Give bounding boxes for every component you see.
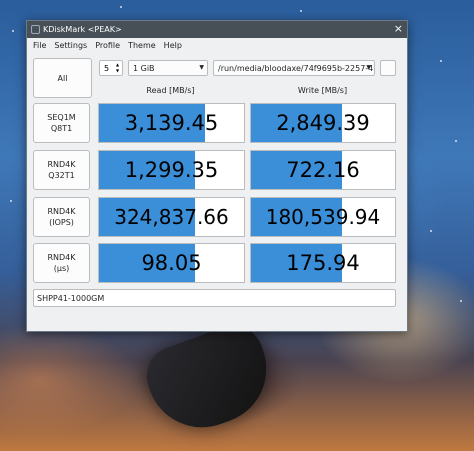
row-label-line2: Q32T1	[48, 171, 75, 180]
write-value: 175.94	[286, 251, 360, 275]
wallpaper-bulb	[138, 317, 282, 443]
read-result-cell: 98.05	[98, 243, 245, 283]
write-result-cell: 180,539.94	[250, 197, 396, 237]
rnd4k-latency-button[interactable]: RND4K (μs)	[33, 243, 90, 283]
chevron-down-icon: ▼	[199, 64, 204, 71]
read-value: 1,299.35	[124, 158, 219, 182]
row-label-line1: RND4K	[47, 207, 76, 216]
menu-bar: File Settings Profile Theme Help	[27, 38, 407, 52]
row-label-line1: RND4K	[47, 253, 76, 262]
row-label-line2: (IOPS)	[49, 218, 74, 227]
app-icon	[31, 25, 40, 34]
chevron-down-icon: ▼	[366, 64, 371, 71]
read-value: 3,139.45	[124, 111, 219, 135]
menu-theme[interactable]: Theme	[124, 41, 160, 50]
runs-spinbox[interactable]: 5 ▲ ▼	[99, 60, 123, 76]
row-label-line2: Q8T1	[50, 124, 73, 133]
device-model: SHPP41-1000GM	[37, 294, 105, 303]
seq1m-q8t1-button[interactable]: SEQ1M Q8T1	[33, 103, 90, 143]
rnd4k-iops-button[interactable]: RND4K (IOPS)	[33, 197, 90, 237]
menu-file[interactable]: File	[29, 41, 50, 50]
row-label-line1: SEQ1M	[47, 113, 76, 122]
write-value: 180,539.94	[265, 205, 381, 229]
menu-settings[interactable]: Settings	[50, 41, 91, 50]
read-value: 98.05	[141, 251, 202, 275]
rnd4k-q32t1-button[interactable]: RND4K Q32T1	[33, 150, 90, 190]
menu-help[interactable]: Help	[160, 41, 186, 50]
size-value: 1 GiB	[133, 64, 155, 73]
read-header: Read [MB/s]	[146, 86, 195, 95]
row-label-line1: RND4K	[47, 160, 76, 169]
write-value: 722.16	[286, 158, 360, 182]
write-result-cell: 722.16	[250, 150, 396, 190]
kdiskmark-window: KDiskMark <PEAK> × File Settings Profile…	[26, 20, 408, 332]
menu-profile[interactable]: Profile	[91, 41, 124, 50]
spin-down-icon[interactable]: ▼	[114, 68, 121, 74]
write-result-cell: 2,849.39	[250, 103, 396, 143]
extra-button[interactable]	[380, 60, 396, 76]
write-value: 2,849.39	[276, 111, 370, 135]
size-combobox[interactable]: 1 GiB ▼	[128, 60, 208, 76]
read-value: 324,837.66	[114, 205, 229, 229]
all-button[interactable]: All	[33, 58, 92, 98]
device-model-field[interactable]: SHPP41-1000GM	[33, 289, 396, 307]
write-header: Write [MB/s]	[297, 86, 348, 95]
window-title: KDiskMark <PEAK>	[43, 25, 122, 34]
path-value: /run/media/bloodaxe/74f9695b-2257-4b5	[218, 64, 375, 73]
write-result-cell: 175.94	[250, 243, 396, 283]
close-icon[interactable]: ×	[394, 22, 403, 35]
read-result-cell: 3,139.45	[98, 103, 245, 143]
title-bar[interactable]: KDiskMark <PEAK> ×	[27, 21, 407, 38]
row-label-line2: (μs)	[53, 264, 70, 273]
read-result-cell: 1,299.35	[98, 150, 245, 190]
path-combobox[interactable]: /run/media/bloodaxe/74f9695b-2257-4b5 ▼	[213, 60, 375, 76]
read-result-cell: 324,837.66	[98, 197, 245, 237]
runs-value: 5	[104, 64, 110, 73]
